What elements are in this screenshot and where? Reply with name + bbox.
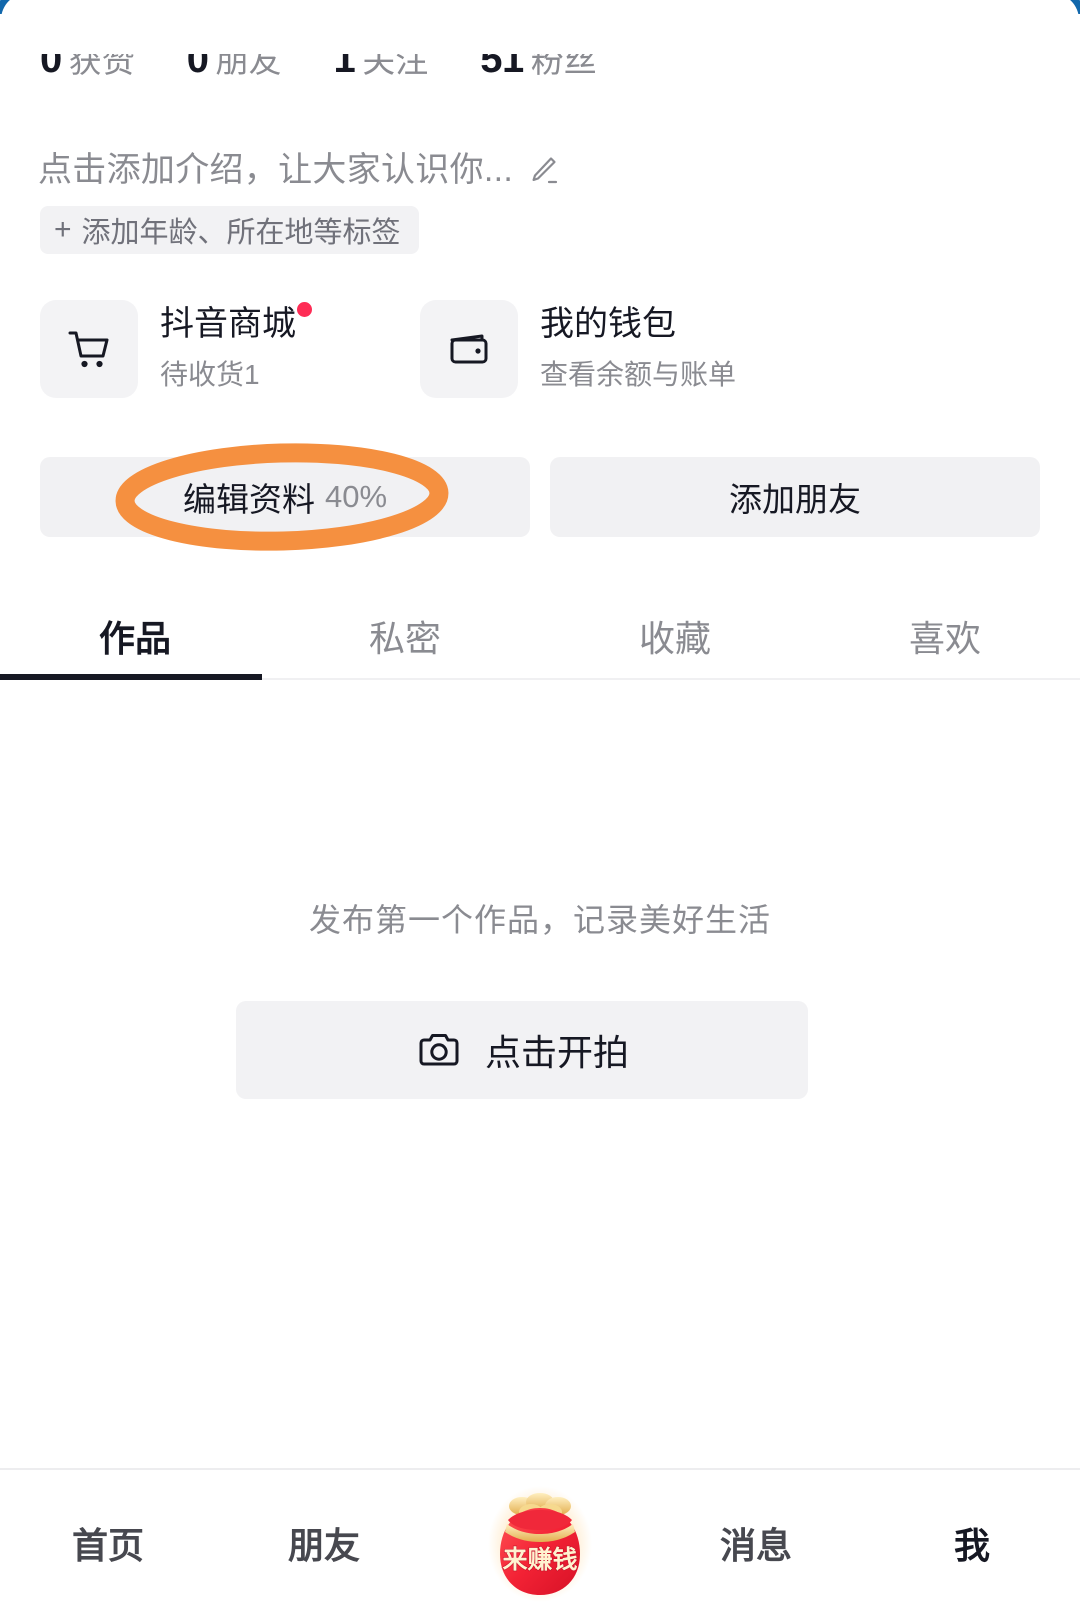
nav-item-me[interactable]: 我	[864, 1470, 1080, 1616]
start-shooting-button[interactable]: 点击开拍	[236, 1001, 808, 1099]
stat-friends[interactable]: 0 朋友	[187, 34, 282, 82]
profile-tabs: 作品 私密 收藏 喜欢	[0, 592, 1080, 680]
stat-likes-value: 0	[40, 37, 62, 81]
stat-likes-label: 获赞	[68, 42, 135, 79]
profile-action-buttons: 编辑资料 40% 添加朋友	[0, 457, 1080, 537]
stat-friends-value: 0	[186, 37, 209, 81]
edit-profile-button[interactable]: 编辑资料 40%	[40, 457, 530, 537]
add-friend-button[interactable]: 添加朋友	[550, 457, 1040, 537]
entry-cards-row: 抖音商城 待收货1 我的钱包 查看余额与账单	[0, 300, 1080, 398]
entry-douyin-mall-title-wrap: 抖音商城	[160, 301, 312, 344]
empty-state-hint: 发布第一个作品，记录美好生活	[308, 902, 771, 938]
stat-likes[interactable]: 0 获赞	[40, 34, 135, 82]
tab-private[interactable]: 私密	[270, 592, 540, 680]
stat-followers-label: 粉丝	[530, 42, 597, 79]
nav-item-earn-money[interactable]: 来赚钱	[432, 1470, 648, 1616]
stat-followers-value: 51	[480, 37, 524, 81]
red-dot-badge-icon	[297, 301, 312, 317]
entry-my-wallet-title: 我的钱包	[540, 304, 676, 343]
stat-following[interactable]: 1 关注	[334, 34, 429, 82]
nav-item-home-label: 首页	[71, 1525, 144, 1566]
stat-following-label: 关注	[362, 42, 429, 79]
wallet-icon	[420, 300, 518, 398]
app-screen: 0 获赞 0 朋友 1 关注 51 粉丝 点击添加介绍，让大家认识你... + …	[0, 0, 1080, 1616]
add-tags-chip[interactable]: + 添加年龄、所在地等标签	[40, 206, 419, 254]
entry-my-wallet-subtitle: 查看余额与账单	[540, 359, 737, 391]
tab-favorites[interactable]: 收藏	[540, 592, 810, 680]
entry-douyin-mall-body: 抖音商城 待收货1	[160, 301, 312, 393]
stat-following-value: 1	[333, 37, 356, 81]
bio-placeholder-text: 点击添加介绍，让大家认识你...	[38, 151, 514, 189]
edit-profile-label: 编辑资料	[182, 481, 315, 518]
tab-works[interactable]: 作品	[0, 592, 270, 680]
bio-row[interactable]: 点击添加介绍，让大家认识你...	[38, 142, 561, 191]
edit-profile-percent: 40%	[324, 479, 388, 514]
nav-item-me-label: 我	[953, 1525, 990, 1566]
entry-my-wallet[interactable]: 我的钱包 查看余额与账单	[420, 300, 736, 398]
add-tags-label: 添加年龄、所在地等标签	[81, 217, 401, 249]
tab-works-label: 作品	[98, 618, 171, 659]
nav-item-home[interactable]: 首页	[0, 1470, 216, 1616]
camera-icon	[415, 1026, 463, 1074]
tab-liked-label: 喜欢	[908, 618, 981, 659]
active-tab-indicator	[0, 674, 262, 680]
money-bag-icon: 来赚钱	[486, 1480, 594, 1606]
tab-favorites-label: 收藏	[638, 618, 711, 659]
entry-my-wallet-body: 我的钱包 查看余额与账单	[540, 305, 736, 393]
nav-item-friends[interactable]: 朋友	[216, 1470, 432, 1616]
profile-stats-row: 0 获赞 0 朋友 1 关注 51 粉丝	[0, 34, 1080, 100]
entry-douyin-mall[interactable]: 抖音商城 待收货1	[40, 300, 420, 398]
entry-my-wallet-title-wrap: 我的钱包	[540, 305, 676, 344]
plus-icon: +	[54, 213, 72, 246]
nav-item-messages[interactable]: 消息	[648, 1470, 864, 1616]
nav-item-messages-label: 消息	[719, 1525, 792, 1566]
entry-douyin-mall-title: 抖音商城	[160, 304, 296, 343]
stat-friends-label: 朋友	[215, 42, 282, 79]
entry-douyin-mall-subtitle: 待收货1	[160, 359, 260, 391]
bottom-nav: 首页 朋友 来赚钱 消息 我	[0, 1470, 1080, 1616]
tab-liked[interactable]: 喜欢	[810, 592, 1080, 680]
add-friend-label: 添加朋友	[729, 481, 861, 518]
tab-private-label: 私密	[368, 618, 441, 659]
pencil-icon[interactable]	[525, 152, 561, 188]
svg-text:来赚钱: 来赚钱	[502, 1545, 577, 1574]
start-shooting-label: 点击开拍	[484, 1032, 629, 1073]
nav-item-friends-label: 朋友	[287, 1525, 360, 1566]
shopping-cart-icon	[40, 300, 138, 398]
stat-followers[interactable]: 51 粉丝	[480, 34, 597, 82]
